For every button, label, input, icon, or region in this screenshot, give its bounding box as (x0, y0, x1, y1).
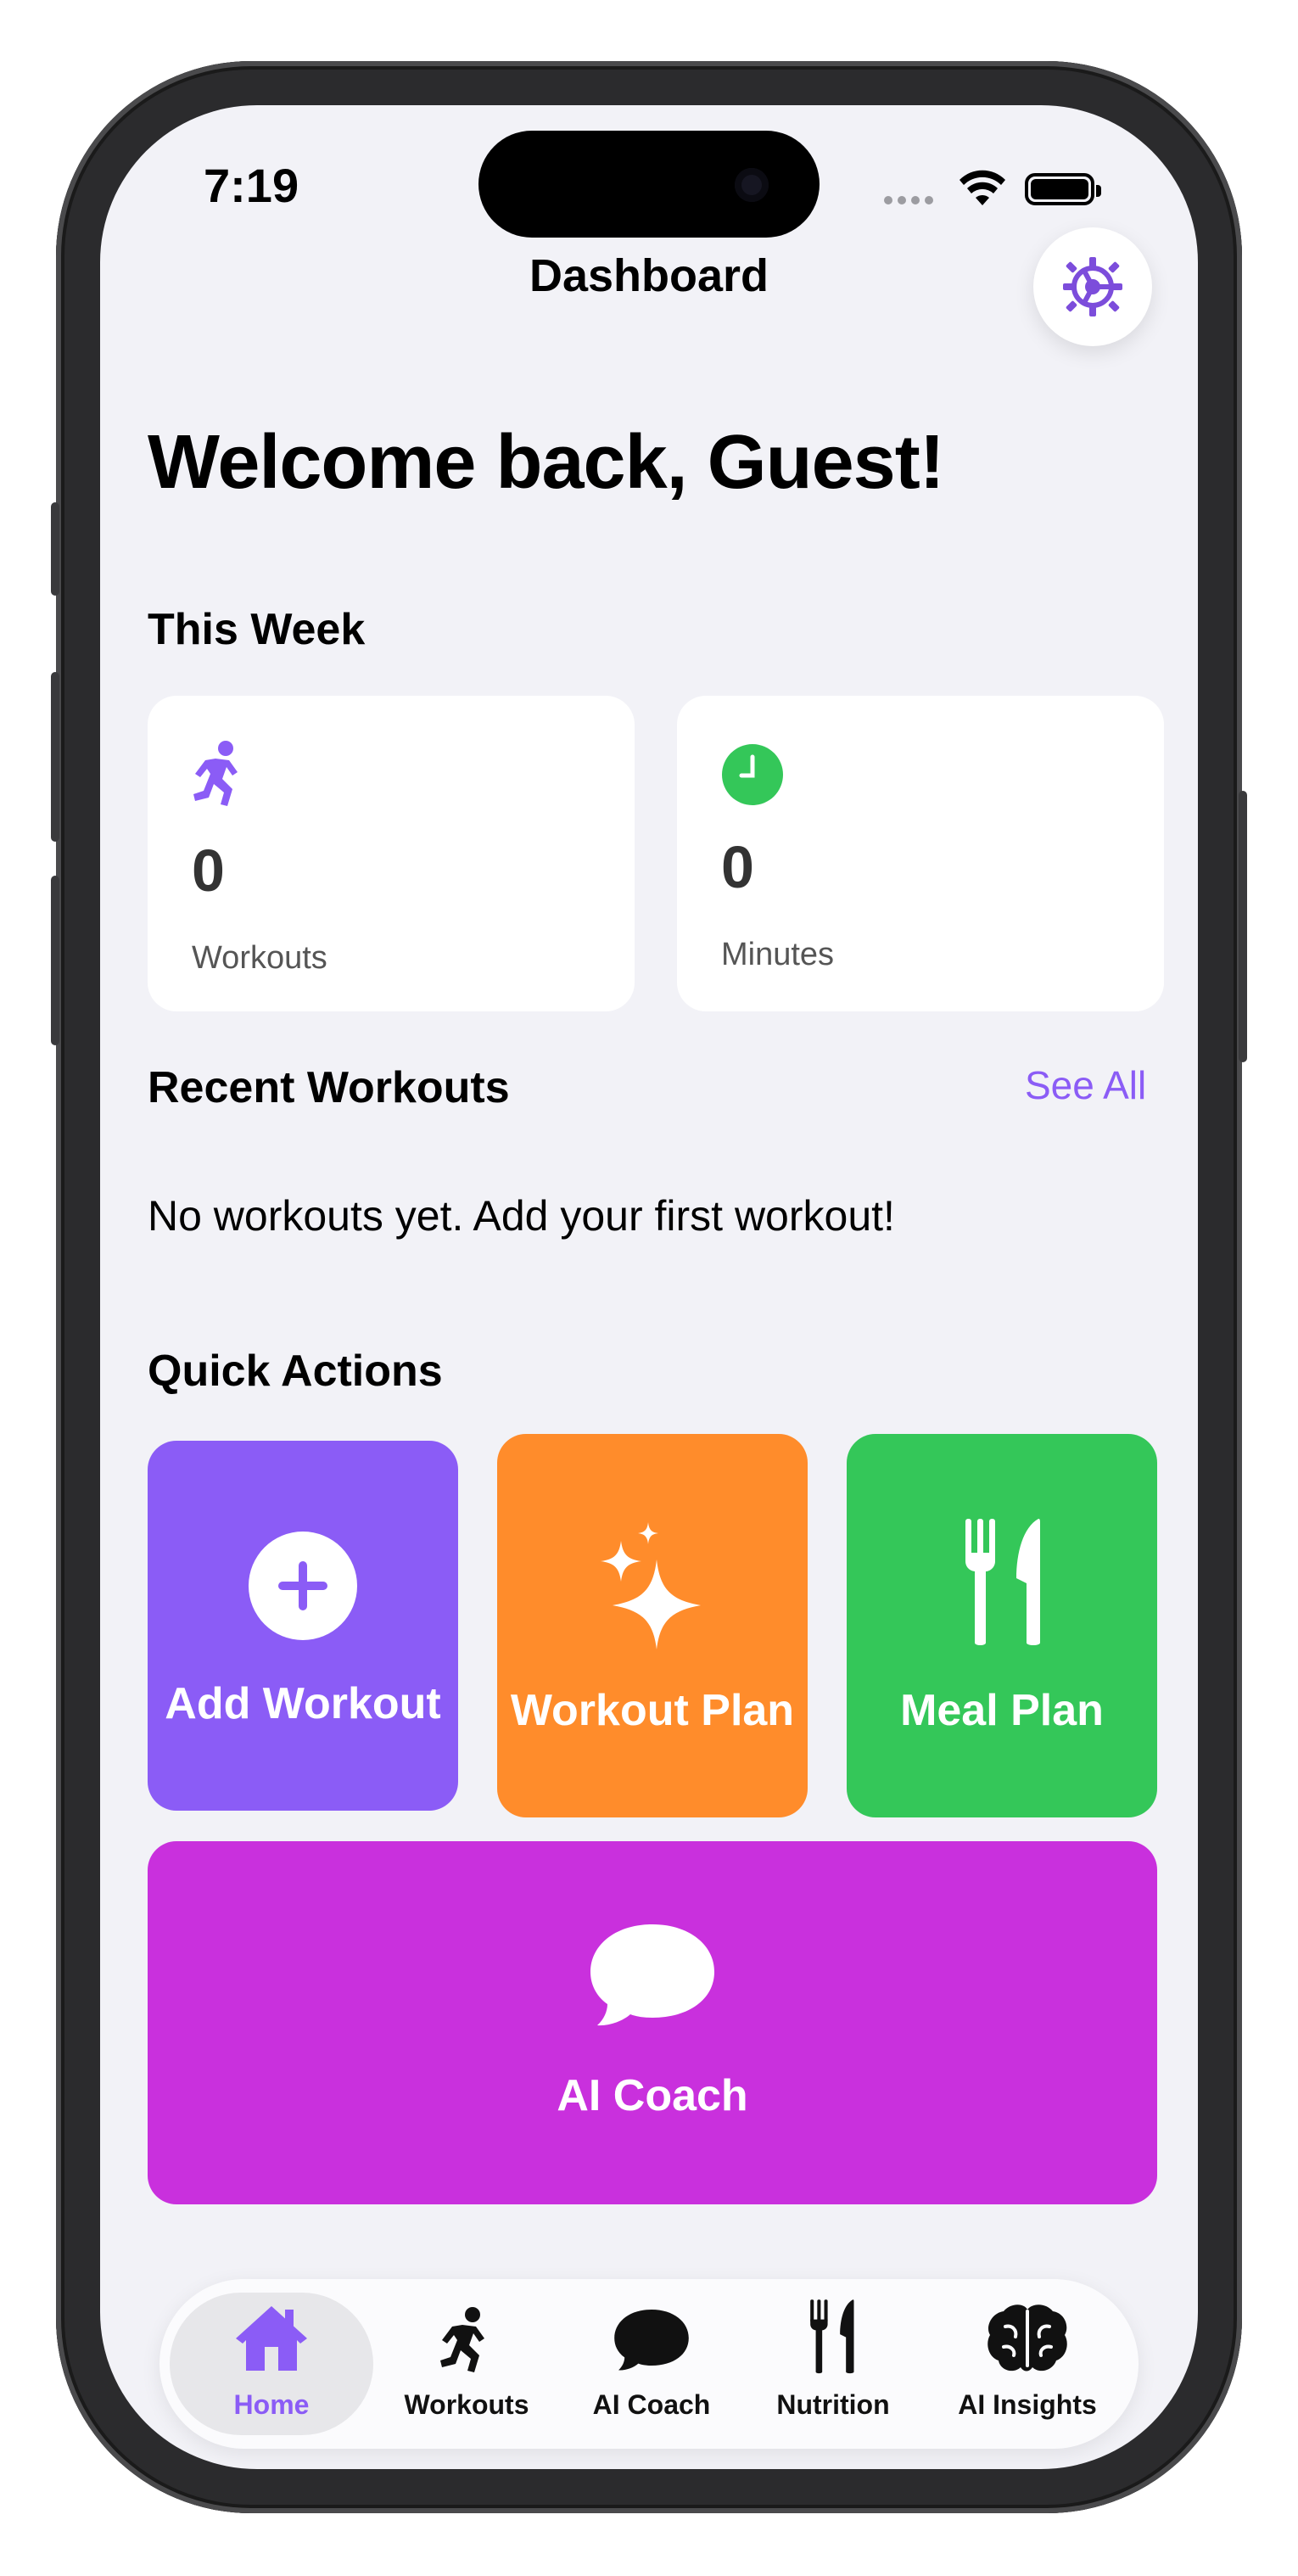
chat-bubble-icon (590, 1924, 714, 2026)
ai-coach-button[interactable]: AI Coach (148, 1841, 1157, 2204)
power-button (1239, 791, 1247, 1062)
quick-action-label: Workout Plan (510, 1686, 795, 1735)
clock-icon (722, 744, 783, 805)
battery-icon (1025, 173, 1101, 205)
tab-home[interactable]: Home (170, 2279, 373, 2449)
camera-icon (735, 168, 769, 202)
tab-label: Nutrition (776, 2389, 890, 2420)
tab-workouts[interactable]: Workouts (382, 2279, 551, 2449)
wifi-icon (960, 170, 1005, 205)
quick-action-label: Meal Plan (900, 1686, 1104, 1735)
volume-down-button (51, 876, 59, 1045)
running-figure-icon (193, 741, 238, 806)
tab-label: Home (233, 2389, 310, 2420)
phone-frame: 7:19 Dashboard Welcome back, Guest! This… (51, 61, 1247, 2513)
settings-button[interactable] (1033, 227, 1152, 346)
brain-icon (987, 2304, 1067, 2372)
volume-up-button (51, 672, 59, 842)
tab-label: AI Insights (958, 2389, 1097, 2420)
screen: 7:19 Dashboard Welcome back, Guest! This… (100, 105, 1198, 2469)
stat-card-minutes: 0 Minutes (677, 696, 1164, 1011)
tab-label: AI Coach (592, 2389, 711, 2420)
recent-workouts-heading: Recent Workouts (148, 1063, 510, 1112)
see-all-link[interactable]: See All (1025, 1062, 1146, 1108)
stat-label: Minutes (721, 937, 835, 972)
stat-card-workouts: 0 Workouts (148, 696, 635, 1011)
chat-bubble-icon (614, 2310, 689, 2371)
status-bar: 7:19 (100, 105, 1198, 249)
stat-label: Workouts (192, 940, 327, 976)
workout-plan-button[interactable]: Workout Plan (497, 1434, 808, 1817)
action-button (51, 502, 59, 596)
tab-label: Workouts (404, 2389, 529, 2420)
meal-plan-button[interactable]: Meal Plan (847, 1434, 1157, 1817)
plus-circle-icon (249, 1532, 357, 1640)
gear-icon (1063, 257, 1122, 316)
welcome-heading: Welcome back, Guest! (148, 420, 945, 505)
add-workout-button[interactable]: Add Workout (148, 1441, 458, 1811)
status-time: 7:19 (204, 159, 299, 212)
quick-action-label: Add Workout (165, 1679, 441, 1728)
signal-dots-icon (884, 193, 940, 205)
quick-actions-heading: Quick Actions (148, 1347, 443, 1396)
stat-value: 0 (721, 834, 754, 900)
fork-knife-icon (810, 2299, 854, 2374)
sparkles-icon (601, 1522, 701, 1649)
this-week-heading: This Week (148, 605, 366, 654)
running-figure-icon (440, 2307, 484, 2372)
quick-action-label: AI Coach (557, 2071, 748, 2120)
tab-nutrition[interactable]: Nutrition (748, 2279, 918, 2449)
tab-ai-insights[interactable]: AI Insights (930, 2279, 1125, 2449)
dynamic-island (478, 131, 820, 238)
tab-bar: Home Workouts AI Coach Nutrition AI Insi… (159, 2279, 1139, 2449)
empty-workouts-text: No workouts yet. Add your first workout! (148, 1192, 895, 1240)
fork-knife-icon (965, 1519, 1040, 1645)
tab-ai-coach[interactable]: AI Coach (567, 2279, 736, 2449)
stat-value: 0 (192, 837, 225, 904)
house-icon (236, 2306, 307, 2371)
